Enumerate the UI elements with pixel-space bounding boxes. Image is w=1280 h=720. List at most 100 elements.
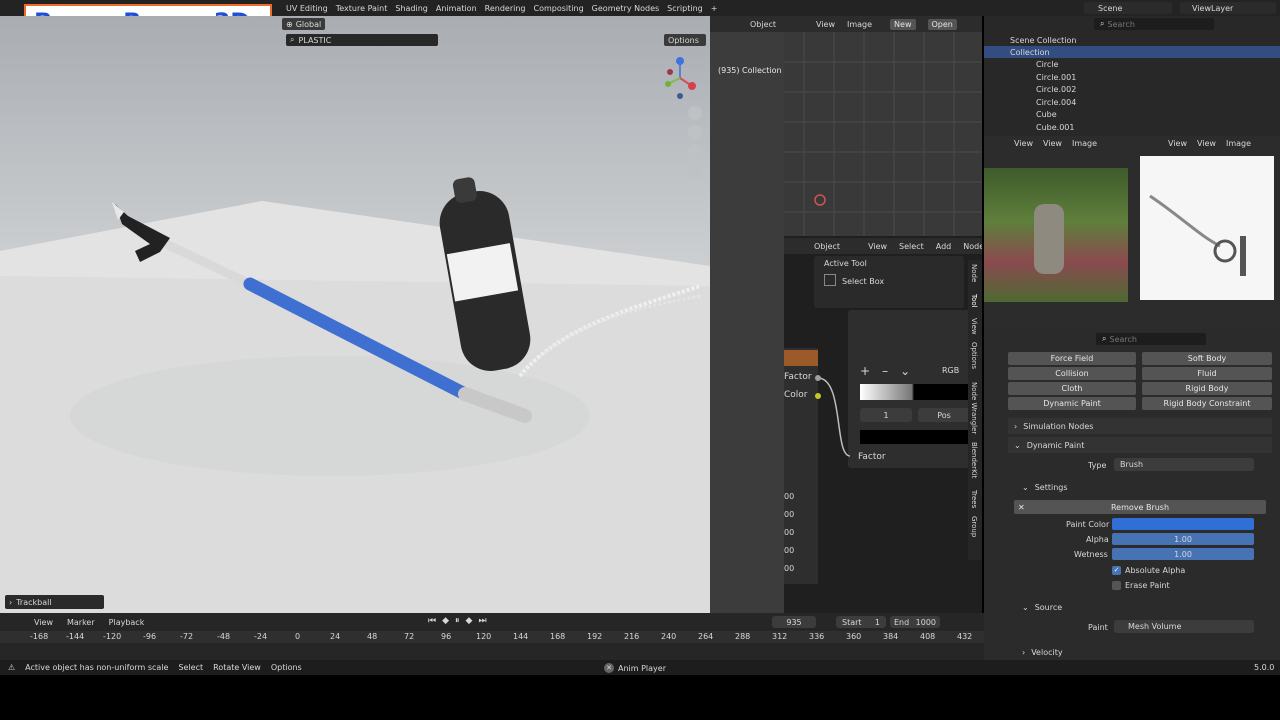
cloth-button[interactable]: Cloth — [1008, 382, 1136, 395]
fluid-button[interactable]: Fluid — [1142, 367, 1272, 380]
absolute-alpha-checkbox[interactable]: ✓ Absolute Alpha — [1112, 564, 1185, 576]
3d-viewport[interactable]: ⊕ Global ⌕ PLASTIC Options › Trackball — [0, 16, 710, 613]
uv-editor[interactable]: Object (935) Collection | C — [710, 16, 784, 613]
tab-texture-paint[interactable]: Texture Paint — [332, 4, 392, 13]
soft-body-button[interactable]: Soft Body — [1142, 352, 1272, 365]
force-field-button[interactable]: Force Field — [1008, 352, 1136, 365]
zoom-icon[interactable] — [688, 106, 702, 120]
timeline-ruler[interactable]: -168 -144 -120 -96 -72 -48 -24 0 24 48 7… — [0, 631, 984, 643]
tab-shading[interactable]: Shading — [391, 4, 432, 13]
ruler-tick: 384 — [883, 632, 899, 641]
new-image-button[interactable]: New — [890, 18, 916, 30]
jump-end-icon[interactable]: ⏭ — [478, 616, 486, 626]
navigation-gizmo[interactable] — [658, 54, 702, 104]
source-subpanel-header[interactable]: ⌄ Source — [1018, 600, 1272, 614]
side-tab-node[interactable]: Node — [970, 264, 978, 282]
outliner-search[interactable]: ⌕ Search — [1094, 18, 1214, 30]
scene-collection-label[interactable]: Scene Collection — [1010, 36, 1077, 45]
tab-animation[interactable]: Animation — [432, 4, 481, 13]
remove-brush-button[interactable]: ✕ Remove Brush — [1014, 500, 1266, 514]
globe-icon: ⊕ — [286, 19, 293, 29]
type-dropdown[interactable]: Brush — [1114, 458, 1254, 471]
rigid-body-label: Rigid Body — [1185, 384, 1229, 393]
outliner-item[interactable]: Circle.001 — [1036, 73, 1076, 82]
timeline-view-menu[interactable]: View — [34, 618, 53, 627]
pause-icon[interactable]: ⏸ — [455, 616, 460, 626]
grid-toggle-icon[interactable] — [688, 163, 702, 177]
anim-player-label: Anim Player — [618, 663, 666, 673]
side-tab-tool[interactable]: Tool — [970, 294, 978, 308]
timeline-playback-menu[interactable]: Playback — [109, 618, 145, 627]
scene-selector[interactable]: Scene — [1084, 2, 1172, 14]
side-tab-node-wrangler[interactable]: Node Wrangler — [970, 382, 978, 434]
uv-object-mode[interactable]: Object — [750, 20, 776, 29]
tab-uv-editing[interactable]: UV Editing — [282, 4, 332, 13]
settings-subpanel-header[interactable]: ⌄ Settings — [1018, 480, 1272, 494]
image-left-image-menu[interactable]: Image — [1072, 139, 1097, 148]
outliner-item[interactable]: Circle.002 — [1036, 85, 1076, 94]
current-frame-field[interactable]: 935 — [772, 616, 816, 628]
outliner-item[interactable]: Circle — [1036, 60, 1058, 69]
prev-keyframe-icon[interactable]: ◆ — [442, 616, 449, 626]
close-icon[interactable]: ✕ — [604, 663, 614, 673]
timeline[interactable]: View Marker Playback ⏮ ◆ ⏸ ◆ ⏭ 935 Start… — [0, 613, 984, 660]
rigid-body-constraint-button[interactable]: Rigid Body Constraint — [1142, 397, 1272, 410]
start-frame-field[interactable]: Start 1 — [836, 616, 886, 628]
dynamic-paint-panel-header[interactable]: ⌄ Dynamic Paint — [1008, 437, 1272, 453]
side-tab-options[interactable]: Options — [970, 342, 978, 369]
wetness-slider[interactable]: 1.00 — [1112, 548, 1254, 560]
image-right-image-menu[interactable]: Image — [1226, 139, 1251, 148]
end-frame-field[interactable]: End 1000 — [890, 616, 940, 628]
velocity-subpanel-header[interactable]: › Velocity — [1018, 645, 1272, 659]
tab-scripting[interactable]: Scripting — [663, 4, 707, 13]
image-editor-view-menu[interactable]: View — [816, 20, 835, 29]
collision-button[interactable]: Collision — [1008, 367, 1136, 380]
paint-source-dropdown[interactable]: Mesh Volume — [1114, 620, 1254, 633]
outliner-item[interactable]: Cube — [1036, 110, 1057, 119]
view-layer-selector[interactable]: ViewLayer — [1180, 2, 1276, 14]
tab-compositing[interactable]: Compositing — [530, 4, 588, 13]
outliner-item[interactable]: Cube.001 — [1036, 123, 1074, 132]
hand-pan-icon[interactable] — [688, 125, 702, 139]
tab-geometry-nodes[interactable]: Geometry Nodes — [588, 4, 663, 13]
image-view-right[interactable]: View View Image — [1138, 136, 1280, 330]
outliner-item[interactable]: Circle.004 — [1036, 98, 1076, 107]
anim-player-notice[interactable]: ✕ Anim Player — [604, 662, 666, 674]
orientation-dropdown[interactable]: ⊕ Global — [282, 18, 326, 30]
side-tab-group[interactable]: Group — [970, 516, 978, 537]
trackball-panel[interactable]: › Trackball — [5, 595, 104, 609]
rigid-body-button[interactable]: Rigid Body — [1142, 382, 1272, 395]
image-left-view-menu[interactable]: View — [1014, 139, 1033, 148]
viewport-options-button[interactable]: Options — [664, 34, 706, 46]
ruler-tick: 144 — [513, 632, 529, 641]
paint-source-value: Mesh Volume — [1128, 622, 1182, 631]
node-editor[interactable]: Object View Select Add Node Active Tool … — [784, 236, 982, 613]
image-right-view-menu[interactable]: View — [1168, 139, 1187, 148]
timeline-marker-menu[interactable]: Marker — [67, 618, 95, 627]
image-left-view-menu-2[interactable]: View — [1043, 139, 1062, 148]
tab-rendering[interactable]: Rendering — [481, 4, 530, 13]
image-editor-image-menu[interactable]: Image — [847, 20, 872, 29]
simulation-nodes-panel-header[interactable]: › Simulation Nodes — [1008, 418, 1272, 434]
image-right-view-menu-2[interactable]: View — [1197, 139, 1216, 148]
side-tab-blenderkit[interactable]: BlenderKit — [970, 442, 978, 478]
dynamic-paint-button[interactable]: Dynamic Paint — [1008, 397, 1136, 410]
image-editor-top[interactable]: View Image New Open — [784, 16, 982, 236]
velocity-label: Velocity — [1031, 647, 1063, 657]
ruler-tick: 48 — [367, 632, 378, 641]
jump-start-icon[interactable]: ⏮ — [428, 616, 436, 626]
alpha-slider[interactable]: 1.00 — [1112, 533, 1254, 545]
erase-paint-checkbox[interactable]: Erase Paint — [1112, 579, 1170, 591]
image-view-left[interactable]: View View Image — [984, 136, 1138, 330]
open-image-button[interactable]: Open — [927, 18, 957, 30]
side-tab-trees[interactable]: Trees — [970, 490, 978, 508]
add-workspace-button[interactable]: + — [707, 4, 722, 13]
type-value: Brush — [1120, 460, 1144, 469]
camera-view-icon[interactable] — [688, 144, 702, 158]
chevron-down-icon: ⌄ — [1022, 602, 1029, 612]
side-tab-view[interactable]: View — [970, 318, 978, 335]
paint-color-swatch[interactable] — [1112, 518, 1254, 530]
properties-search[interactable]: ⌕ Search — [1096, 333, 1206, 345]
material-search-box[interactable]: ⌕ PLASTIC — [286, 34, 438, 46]
next-keyframe-icon[interactable]: ◆ — [466, 616, 473, 626]
